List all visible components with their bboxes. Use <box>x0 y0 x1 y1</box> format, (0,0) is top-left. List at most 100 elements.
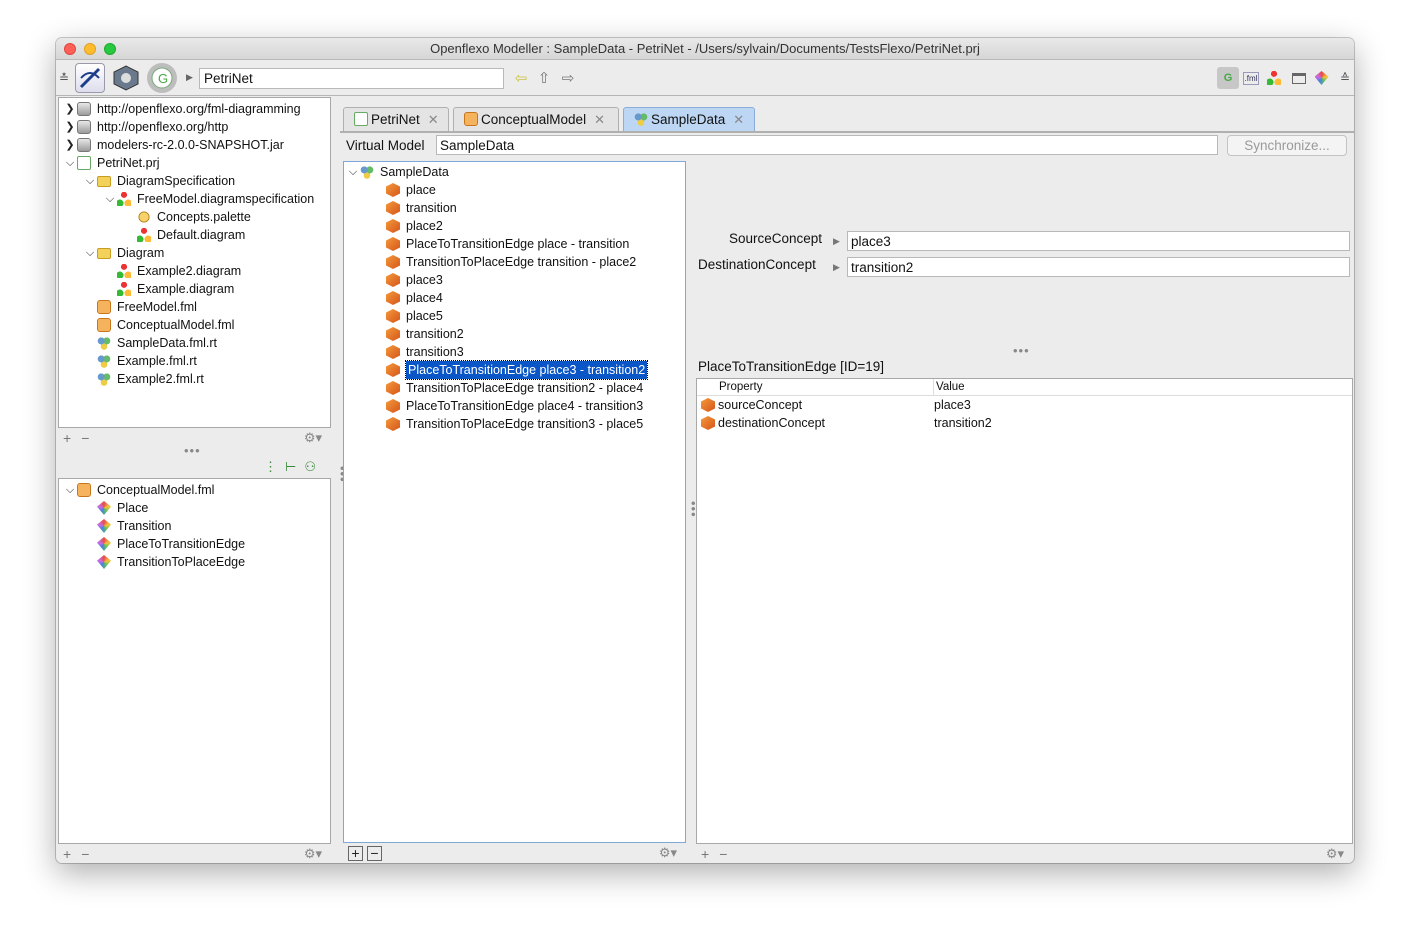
remove-icon[interactable]: − <box>719 846 727 862</box>
concept-item[interactable]: Place <box>83 499 148 517</box>
up-icon[interactable]: ⇧ <box>535 69 553 87</box>
instance-item[interactable]: transition <box>386 199 457 217</box>
tree-item[interactable]: ⌵ Diagram <box>83 244 164 262</box>
instance-item[interactable]: PlaceToTransitionEdge place4 - transitio… <box>386 397 643 415</box>
tree-item[interactable]: ⌵ DiagramSpecification <box>83 172 235 190</box>
expand-toolbar-icon[interactable]: ≙ <box>1336 69 1354 87</box>
chevron-right-icon[interactable]: ❯ <box>63 100 77 118</box>
concept-item[interactable]: TransitionToPlaceEdge <box>83 553 245 571</box>
title-bar: Openflexo Modeller : SampleData - PetriN… <box>56 38 1354 60</box>
tab-petrinet[interactable]: PetriNet ✕ <box>343 107 449 131</box>
window-view-icon[interactable] <box>1290 69 1308 87</box>
close-tab-icon[interactable]: ✕ <box>594 112 605 128</box>
remove-instance-button[interactable]: − <box>367 845 382 861</box>
tree-item[interactable]: Default.diagram <box>123 226 245 244</box>
chevron-down-icon[interactable]: ⌵ <box>83 244 97 262</box>
instances-root[interactable]: ⌵ SampleData <box>346 163 449 181</box>
add-icon[interactable]: + <box>63 846 71 862</box>
add-icon[interactable]: + <box>63 430 71 446</box>
fml-view-icon[interactable]: .fml <box>1242 69 1260 87</box>
chevron-down-icon[interactable]: ⌵ <box>103 190 117 208</box>
chevron-down-icon[interactable]: ⌵ <box>63 154 77 172</box>
palette-view-icon[interactable] <box>1314 69 1332 87</box>
gear-icon[interactable]: ⚙▾ <box>304 430 322 446</box>
tree-item[interactable]: ❯ modelers-rc-2.0.0-SNAPSHOT.jar <box>63 136 284 154</box>
instance-item[interactable]: place5 <box>386 307 443 325</box>
chevron-down-icon[interactable]: ⌵ <box>346 163 360 181</box>
column-header-value[interactable]: Value <box>936 381 965 393</box>
window-title: Openflexo Modeller : SampleData - PetriN… <box>430 41 980 56</box>
source-concept-field[interactable]: place3 <box>847 231 1350 251</box>
column-header-property[interactable]: Property <box>719 381 762 393</box>
tab-conceptualmodel[interactable]: ConceptualModel ✕ <box>453 107 619 131</box>
tree-item[interactable]: ⌵ PetriNet.prj <box>63 154 160 172</box>
instance-item[interactable]: PlaceToTransitionEdge place - transition <box>386 235 629 253</box>
source-concept-label: SourceConcept <box>729 231 823 246</box>
tree-item[interactable]: Example2.fml.rt <box>83 370 204 388</box>
table-row[interactable]: sourceConcept place3 <box>701 396 1341 414</box>
diagram-perspective-icon[interactable] <box>75 63 105 93</box>
destination-concept-field[interactable]: transition2 <box>847 257 1350 277</box>
chevron-down-icon[interactable]: ⌵ <box>63 481 77 499</box>
tree-item-label: modelers-rc-2.0.0-SNAPSHOT.jar <box>97 138 284 152</box>
flexo-view-icon[interactable]: G <box>1217 67 1239 89</box>
tree-item[interactable]: FreeModel.fml <box>83 298 197 316</box>
zoom-window-button[interactable] <box>104 43 116 55</box>
expand-arrow-icon[interactable]: ▶ <box>833 236 840 247</box>
tree-item[interactable]: Concepts.palette <box>123 208 251 226</box>
remove-icon[interactable]: − <box>81 430 89 446</box>
tree-item[interactable]: Example.diagram <box>103 280 234 298</box>
graph-view-icon[interactable]: ⚇ <box>304 459 316 477</box>
instance-item[interactable]: place2 <box>386 217 443 235</box>
tab-sampledata[interactable]: SampleData ✕ <box>623 107 755 131</box>
project-icon <box>77 156 91 170</box>
add-instance-button[interactable]: + <box>348 845 363 861</box>
flexo-perspective-icon[interactable]: G <box>147 63 177 93</box>
model-tree-root[interactable]: ⌵ ConceptualModel.fml <box>63 481 214 499</box>
module-perspective-icon[interactable] <box>111 63 141 93</box>
instance-item[interactable]: PlaceToTransitionEdge place3 - transitio… <box>386 360 649 380</box>
gear-icon[interactable]: ⚙▾ <box>304 846 322 862</box>
concept-item[interactable]: PlaceToTransitionEdge <box>83 535 245 553</box>
virtual-model-field[interactable]: SampleData <box>436 135 1218 155</box>
close-tab-icon[interactable]: ✕ <box>428 112 439 128</box>
tree-item[interactable]: ⌵ FreeModel.diagramspecification <box>103 190 314 208</box>
instance-item[interactable]: place4 <box>386 289 443 307</box>
remove-icon[interactable]: − <box>81 846 89 862</box>
tree-view-icon[interactable]: ⋮ <box>264 459 277 477</box>
back-icon[interactable]: ⇦ <box>512 69 530 87</box>
forward-icon[interactable]: ⇨ <box>559 69 577 87</box>
instance-item[interactable]: place <box>386 181 436 199</box>
instance-item[interactable]: TransitionToPlaceEdge transition2 - plac… <box>386 379 643 397</box>
expand-arrow-icon[interactable]: ▶ <box>833 262 840 273</box>
add-icon[interactable]: + <box>701 846 709 862</box>
instance-item[interactable]: TransitionToPlaceEdge transition3 - plac… <box>386 415 643 433</box>
path-field[interactable]: PetriNet <box>199 68 504 89</box>
tree-item[interactable]: SampleData.fml.rt <box>83 334 217 352</box>
tree-item[interactable]: Example2.diagram <box>103 262 241 280</box>
tree-item[interactable]: ConceptualModel.fml <box>83 316 234 334</box>
split-handle-icon[interactable]: ••• <box>184 443 201 458</box>
gear-icon[interactable]: ⚙▾ <box>659 845 677 861</box>
tree-item[interactable]: ❯ http://openflexo.org/fml-diagramming <box>63 100 301 118</box>
tree-item[interactable]: ❯ http://openflexo.org/http <box>63 118 228 136</box>
chevron-right-icon[interactable]: ❯ <box>63 136 77 154</box>
split-handle-icon[interactable]: ••• <box>1013 343 1030 358</box>
collapse-toolbar-icon[interactable]: ≛ <box>58 69 70 87</box>
minimize-window-button[interactable] <box>84 43 96 55</box>
close-tab-icon[interactable]: ✕ <box>733 112 744 128</box>
synchronize-button[interactable]: Synchronize... <box>1227 135 1347 156</box>
tree-item[interactable]: Example.fml.rt <box>83 352 197 370</box>
gear-icon[interactable]: ⚙▾ <box>1326 846 1344 862</box>
hierarchy-view-icon[interactable]: ⊢ <box>285 459 296 477</box>
instance-item[interactable]: TransitionToPlaceEdge transition - place… <box>386 253 636 271</box>
instance-item[interactable]: transition2 <box>386 325 464 343</box>
concept-item[interactable]: Transition <box>83 517 171 535</box>
instance-item[interactable]: place3 <box>386 271 443 289</box>
instance-item[interactable]: transition3 <box>386 343 464 361</box>
chevron-right-icon[interactable]: ❯ <box>63 118 77 136</box>
diagram-view-icon[interactable] <box>1266 69 1284 87</box>
close-window-button[interactable] <box>64 43 76 55</box>
chevron-down-icon[interactable]: ⌵ <box>83 172 97 190</box>
table-row[interactable]: destinationConcept transition2 <box>701 414 1341 432</box>
